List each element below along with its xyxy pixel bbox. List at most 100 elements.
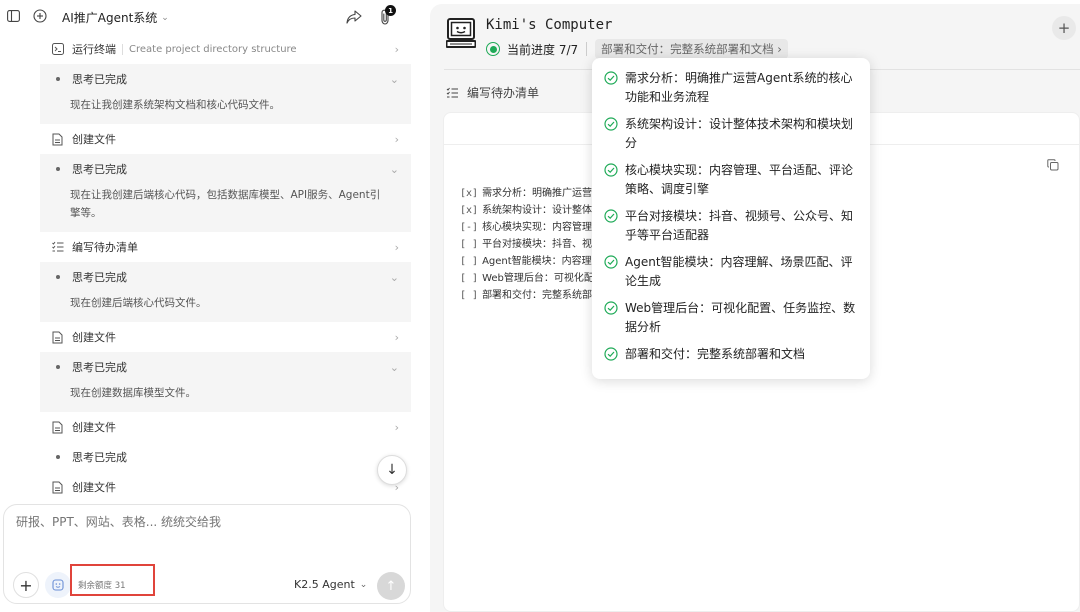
add-panel-button[interactable]: + bbox=[1052, 16, 1076, 40]
bullet-icon bbox=[56, 365, 60, 369]
progress-status-icon bbox=[486, 42, 500, 56]
model-name: K2.5 Agent bbox=[294, 578, 355, 591]
step-label: 创建文件 bbox=[72, 133, 116, 146]
chevron-down-icon: ⌄ bbox=[389, 163, 399, 176]
copy-icon[interactable] bbox=[1047, 159, 1059, 171]
popover-task-text: 系统架构设计：设计整体技术架构和模块划分 bbox=[625, 117, 854, 150]
step-label: 思考已完成 bbox=[72, 163, 127, 176]
todo-checkbox: [x] bbox=[460, 205, 479, 216]
message-composer: + 剩余额度 31 K2.5 Agent ⌄ ↑ bbox=[3, 504, 411, 604]
arrow-down-icon: ↓ bbox=[386, 462, 398, 478]
popover-task-item: Web管理后台：可视化配置、任务监控、数据分析 bbox=[604, 299, 858, 337]
arrow-up-icon: ↑ bbox=[385, 578, 397, 594]
chevron-right-icon: › bbox=[394, 43, 399, 56]
popover-task-text: Web管理后台：可视化配置、任务监控、数据分析 bbox=[625, 301, 856, 334]
checklist-icon bbox=[446, 87, 459, 99]
panel-title: Kimi's Computer bbox=[486, 17, 613, 33]
chevron-down-icon: ⌄ bbox=[161, 12, 169, 23]
step-create-file[interactable]: 创建文件 › bbox=[40, 412, 411, 442]
scroll-to-bottom-button[interactable]: ↓ bbox=[377, 455, 407, 485]
popover-task-item: 需求分析：明确推广运营Agent系统的核心功能和业务流程 bbox=[604, 69, 858, 107]
check-circle-icon bbox=[604, 347, 618, 361]
popover-task-text: Agent智能模块：内容理解、场景匹配、评论生成 bbox=[625, 255, 853, 288]
attachment-icon[interactable]: 1 bbox=[378, 5, 396, 25]
todo-line: [x] 系统架构设计：设计整体 bbox=[460, 202, 594, 219]
new-chat-icon[interactable] bbox=[33, 9, 47, 23]
check-circle-icon bbox=[604, 163, 618, 177]
step-create-file[interactable]: 创建文件 › bbox=[40, 322, 411, 352]
activity-feed[interactable]: 运行终端 Create project directory structure … bbox=[40, 34, 411, 504]
step-label: 编写待办清单 bbox=[72, 241, 138, 254]
todo-line: [ ] 部署和交付：完整系统部 bbox=[460, 287, 594, 304]
checklist-icon bbox=[52, 241, 64, 253]
current-task-label: 部署和交付：完整系统部署和文档 bbox=[601, 42, 774, 56]
todo-checkbox: [ ] bbox=[460, 239, 479, 250]
section-header: 编写待办清单 bbox=[446, 84, 539, 101]
popover-task-text: 核心模块实现：内容管理、平台适配、评论策略、调度引擎 bbox=[625, 163, 854, 196]
add-button[interactable]: + bbox=[13, 572, 39, 598]
message-input[interactable] bbox=[16, 515, 396, 529]
notification-badge: 1 bbox=[385, 5, 396, 16]
chevron-down-icon: ⌄ bbox=[389, 73, 399, 86]
todo-text: 部署和交付：完整系统部 bbox=[482, 290, 593, 301]
chat-header: AI推广Agent系统 ⌄ 1 bbox=[0, 0, 420, 34]
popover-task-text: 部署和交付：完整系统部署和文档 bbox=[625, 347, 806, 361]
popover-task-item: 平台对接模块：抖音、视频号、公众号、知乎等平台适配器 bbox=[604, 207, 858, 245]
sidebar-toggle-icon[interactable] bbox=[6, 9, 20, 23]
todo-line: [ ] 平台对接模块：抖音、视 bbox=[460, 236, 594, 253]
step-label: 运行终端 bbox=[72, 43, 116, 56]
todo-line: [ ] Web管理后台：可视化配 bbox=[460, 270, 594, 287]
check-circle-icon bbox=[604, 209, 618, 223]
step-thought[interactable]: 思考已完成 ⌄ bbox=[40, 154, 411, 184]
step-create-file[interactable]: 创建文件 › bbox=[40, 124, 411, 154]
bullet-icon bbox=[56, 167, 60, 171]
step-thought[interactable]: 思考已完成 ⌄ bbox=[40, 262, 411, 292]
file-icon bbox=[52, 481, 64, 494]
send-button[interactable]: ↑ bbox=[377, 572, 405, 600]
thought-text: 现在创建数据库模型文件。 bbox=[40, 382, 411, 412]
plus-icon: + bbox=[1057, 19, 1071, 37]
chevron-down-icon: ⌄ bbox=[389, 361, 399, 374]
step-label: 思考已完成 bbox=[72, 73, 127, 86]
step-label: 思考已完成 bbox=[72, 271, 127, 284]
chevron-right-icon: › bbox=[394, 331, 399, 344]
step-create-file[interactable]: 创建文件 › bbox=[40, 472, 411, 502]
thought-text: 现在让我创建系统架构文档和核心代码文件。 bbox=[40, 94, 411, 124]
todo-text: Agent智能模块：内容理 bbox=[482, 256, 592, 267]
quota-label: 剩余额度 31 bbox=[78, 581, 126, 591]
thought-text: 现在创建后端核心代码文件。 bbox=[40, 292, 411, 322]
chat-title-dropdown[interactable]: AI推广Agent系统 ⌄ bbox=[62, 9, 169, 26]
file-icon bbox=[52, 421, 64, 434]
computer-icon bbox=[446, 18, 476, 50]
check-circle-icon bbox=[604, 117, 618, 131]
popover-task-item: Agent智能模块：内容理解、场景匹配、评论生成 bbox=[604, 253, 858, 291]
model-selector[interactable]: K2.5 Agent ⌄ bbox=[294, 578, 367, 591]
step-write-todo[interactable]: 编写待办清单 › bbox=[40, 232, 411, 262]
popover-task-item: 部署和交付：完整系统部署和文档 bbox=[604, 345, 858, 364]
step-label: 思考已完成 bbox=[72, 361, 127, 374]
file-icon bbox=[52, 331, 64, 344]
step-thought[interactable]: 思考已完成 bbox=[40, 442, 411, 472]
progress-popover: 需求分析：明确推广运营Agent系统的核心功能和业务流程 系统架构设计：设计整体… bbox=[592, 58, 870, 379]
step-thought[interactable]: 思考已完成 ⌄ bbox=[40, 352, 411, 382]
current-task-chip[interactable]: 部署和交付：完整系统部署和文档 › bbox=[595, 39, 788, 59]
todo-checkbox: [x] bbox=[460, 188, 479, 199]
check-circle-icon bbox=[604, 255, 618, 269]
step-label: 创建文件 bbox=[72, 421, 116, 434]
check-circle-icon bbox=[604, 301, 618, 315]
step-run-terminal[interactable]: 运行终端 Create project directory structure … bbox=[40, 34, 411, 64]
todo-list: [x] 需求分析：明确推广运营 [x] 系统架构设计：设计整体 [-] 核心模块实现：… bbox=[460, 185, 594, 304]
todo-line: [x] 需求分析：明确推广运营 bbox=[460, 185, 594, 202]
terminal-icon bbox=[52, 43, 64, 55]
todo-text: 平台对接模块：抖音、视 bbox=[482, 239, 593, 250]
todo-line: [-] 核心模块实现：内容管理 bbox=[460, 219, 594, 236]
step-label: 创建文件 bbox=[72, 331, 116, 344]
section-title: 编写待办清单 bbox=[467, 86, 540, 100]
quota-icon[interactable] bbox=[45, 572, 71, 598]
todo-text: Web管理后台：可视化配 bbox=[482, 273, 594, 284]
step-thought[interactable]: 思考已完成 ⌄ bbox=[40, 64, 411, 94]
todo-checkbox: [ ] bbox=[460, 273, 479, 284]
todo-checkbox: [-] bbox=[460, 222, 479, 233]
share-icon[interactable] bbox=[346, 9, 362, 25]
bullet-icon bbox=[56, 275, 60, 279]
